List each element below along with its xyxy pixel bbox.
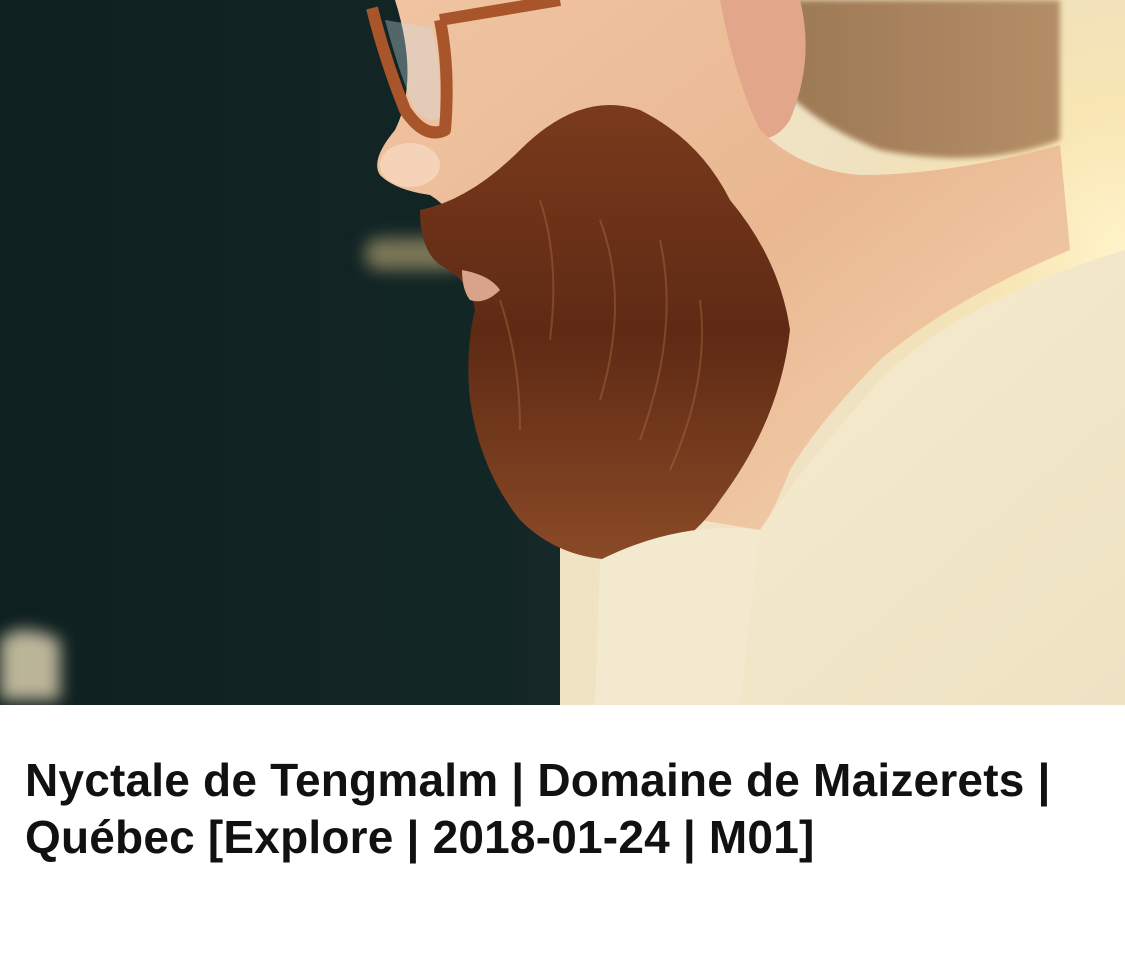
- post-title: Nyctale de Tengmalm | Domaine de Maizere…: [25, 754, 1051, 863]
- photo-illustration: [0, 0, 1125, 705]
- post-photo[interactable]: [0, 0, 1125, 705]
